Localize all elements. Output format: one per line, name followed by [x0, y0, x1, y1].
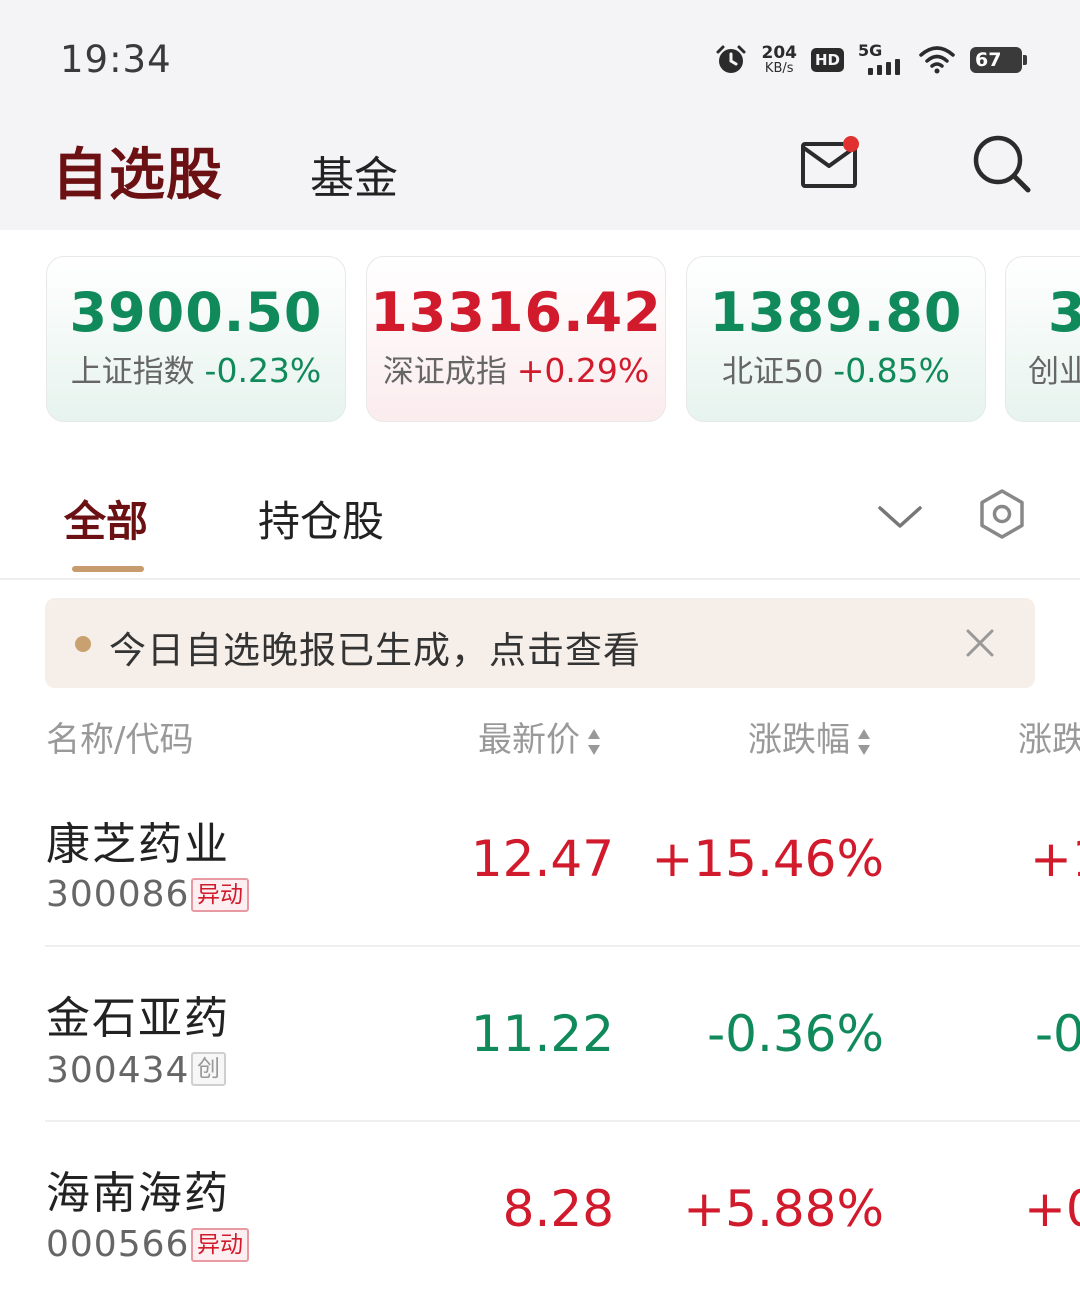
index-value: 3900.50 — [69, 281, 323, 344]
row-divider — [45, 1120, 1080, 1122]
column-header-change-pct[interactable]: 涨跌幅 — [748, 712, 872, 761]
stock-name: 金石亚药 — [46, 993, 230, 1044]
index-label: 创业 — [1028, 354, 1080, 390]
network-speed: 204 KB/s — [761, 43, 797, 76]
tab-fund[interactable]: 基金 — [310, 142, 398, 206]
alert-tag: 异动 — [191, 878, 249, 912]
sort-icon — [588, 728, 600, 755]
chinext-tag: 创 — [191, 1052, 226, 1086]
tab-all[interactable]: 全部 — [64, 488, 148, 549]
index-value: 13316.42 — [370, 281, 662, 344]
signal-5g-icon: 5G — [858, 41, 904, 77]
tab-holdings[interactable]: 持仓股 — [258, 488, 384, 549]
active-tab-indicator — [72, 566, 144, 572]
stock-change-amt: +1 — [1030, 830, 1080, 888]
mail-icon[interactable] — [800, 136, 862, 190]
stock-name: 康芝药业 — [46, 819, 230, 870]
settings-hexagon-icon[interactable] — [976, 488, 1028, 540]
index-card-shanghai[interactable]: 3900.50 上证指数 -0.23% — [46, 256, 346, 422]
stock-code: 000566 — [46, 1224, 190, 1265]
stock-price: 11.22 — [470, 1005, 614, 1063]
stock-change-pct: +5.88% — [683, 1180, 884, 1238]
index-value: 3 — [1006, 281, 1080, 344]
stock-price: 8.28 — [502, 1180, 614, 1238]
chevron-down-icon[interactable] — [876, 500, 924, 534]
notice-text: 今日自选晚报已生成，点击查看 — [109, 629, 641, 672]
search-icon[interactable] — [970, 132, 1034, 196]
stock-change-amt: +0 — [1024, 1180, 1080, 1238]
column-header-name: 名称/代码 — [46, 720, 194, 760]
index-card-bz50[interactable]: 1389.80 北证50 -0.85% — [686, 256, 986, 422]
column-header-change-amt[interactable]: 涨跌 — [1018, 712, 1080, 761]
notice-dot — [75, 636, 91, 652]
evening-report-notice[interactable]: 今日自选晚报已生成，点击查看 — [45, 598, 1035, 688]
stock-change-amt: -0 — [1035, 1005, 1080, 1063]
row-divider — [45, 945, 1080, 947]
stock-price: 12.47 — [470, 830, 614, 888]
wifi-icon — [919, 46, 955, 74]
hd-icon: HD — [810, 48, 844, 72]
index-label: 深证成指 +0.29% — [382, 351, 650, 390]
notification-dot — [843, 136, 859, 152]
close-icon[interactable] — [963, 626, 997, 660]
tab-watchlist[interactable]: 自选股 — [52, 130, 223, 211]
column-header-price[interactable]: 最新价 — [478, 712, 602, 761]
sort-icon — [858, 728, 870, 755]
alarm-icon — [716, 45, 746, 73]
divider — [0, 578, 1080, 580]
stock-code: 300434 — [46, 1050, 190, 1091]
index-card-shenzhen[interactable]: 13316.42 深证成指 +0.29% — [366, 256, 666, 422]
alert-tag: 异动 — [191, 1228, 249, 1262]
battery-icon: 67 — [970, 47, 1027, 73]
index-value: 1389.80 — [709, 281, 963, 344]
index-label: 北证50 -0.85% — [721, 351, 951, 390]
stock-code: 300086 — [46, 874, 190, 915]
status-time: 19:34 — [60, 38, 172, 81]
index-card-chinext-partial[interactable]: 3 创业 — [1005, 256, 1080, 422]
stock-change-pct: -0.36% — [707, 1005, 884, 1063]
status-icons: 204 KB/s HD 5G 67 — [715, 40, 1027, 80]
stock-change-pct: +15.46% — [651, 830, 884, 888]
index-label: 上证指数 -0.23% — [70, 351, 322, 390]
stock-name: 海南海药 — [46, 1168, 230, 1219]
